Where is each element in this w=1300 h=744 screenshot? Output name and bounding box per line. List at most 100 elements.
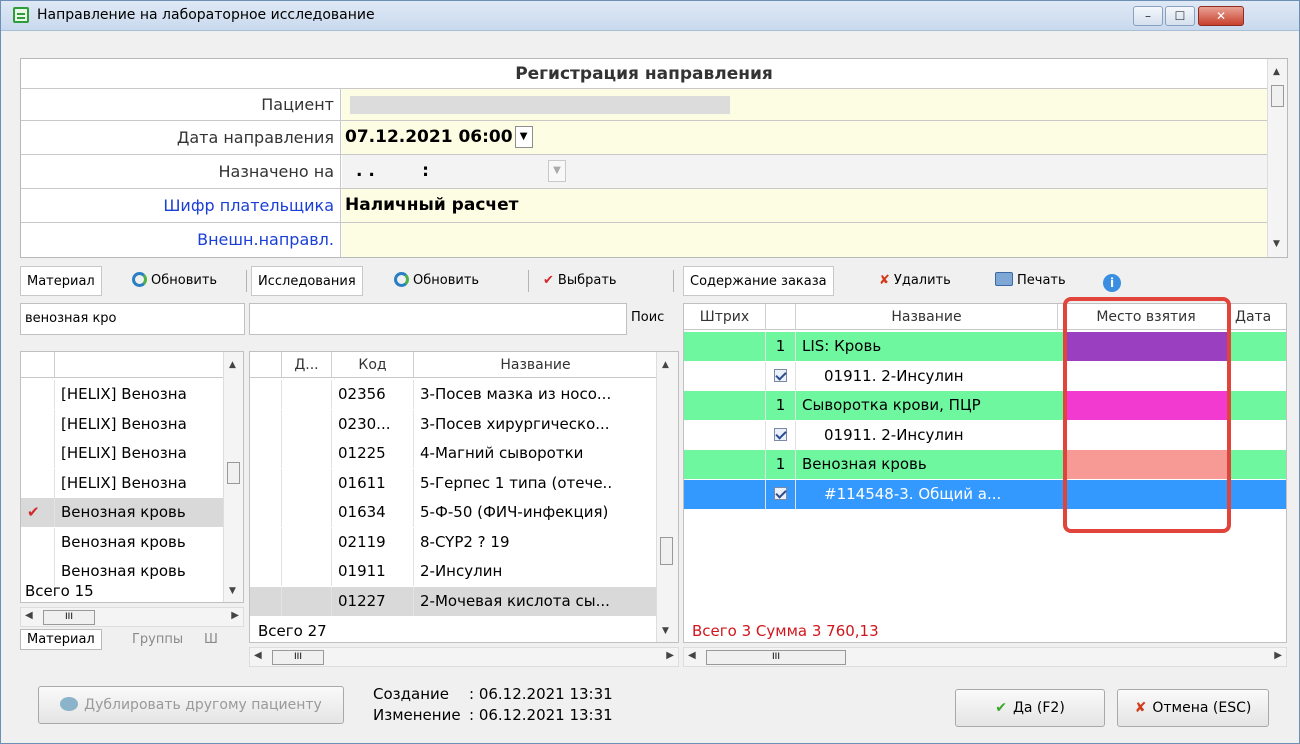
material-row[interactable]: [HELIX] Венозна <box>21 380 225 409</box>
order-tab[interactable]: Содержание заказа <box>683 266 834 296</box>
scroll-thumb[interactable] <box>660 537 673 565</box>
research-row[interactable]: 02356 3-Посев мазка из носо... <box>250 380 658 409</box>
bottom-tab-material[interactable]: Материал <box>20 629 102 650</box>
assigned-row: Назначено на . . : ▼ <box>21 155 1267 189</box>
scroll-down-icon[interactable]: ▼ <box>229 586 236 596</box>
order-item-name: #114548-3. Общий а... <box>796 479 1064 509</box>
ok-label: Да (F2) <box>1012 700 1065 716</box>
date-dropdown-icon[interactable]: ▼ <box>514 126 533 148</box>
material-grid: [HELIX] Венозна [HELIX] Венозна [HELIX] Ве… <box>20 351 244 603</box>
close-button[interactable]: ✕ <box>1198 6 1244 26</box>
order-item-name: LIS: Кровь <box>796 332 1064 361</box>
item-checkbox[interactable] <box>766 420 796 450</box>
material-search-input[interactable]: венозная кро <box>20 303 245 335</box>
material-name: Венозная кровь <box>61 532 186 551</box>
cancel-button[interactable]: ✘ Отмена (ESC) <box>1117 689 1269 727</box>
research-hscroll[interactable]: ◀ III ▶ <box>249 647 679 667</box>
barcode-cell <box>684 479 766 509</box>
research-tab[interactable]: Исследования <box>251 266 363 296</box>
research-row[interactable]: 01634 5-Ф-50 (ФИЧ-инфекция) <box>250 498 658 527</box>
item-checkbox[interactable] <box>766 479 796 509</box>
research-search-input[interactable] <box>249 303 627 335</box>
form-scrollbar[interactable]: ▲ ▼ <box>1267 59 1287 257</box>
col-name[interactable]: Название <box>414 352 658 378</box>
col-barcode[interactable]: Штрих <box>684 304 766 330</box>
payer-value[interactable]: Наличный расчет <box>342 189 1267 222</box>
date-label: Дата направления <box>21 121 341 154</box>
ok-button[interactable]: ✔ Да (F2) <box>955 689 1105 727</box>
info-button[interactable]: i <box>1103 266 1121 296</box>
material-row[interactable]: [HELIX] Венозна <box>21 439 225 468</box>
delete-button[interactable]: ✘ Удалить <box>879 266 951 296</box>
order-item-name: 01911. 2-Инсулин <box>796 361 1064 391</box>
research-refresh-button[interactable]: Обновить <box>394 266 479 296</box>
selected-check-icon: ✔ <box>21 498 55 527</box>
scroll-up-icon[interactable]: ▲ <box>662 360 669 370</box>
external-row: Внешн.направл. <box>21 223 1267 257</box>
material-row[interactable]: ✔ Венозная кровь <box>21 498 225 527</box>
research-refresh-label: Обновить <box>413 273 480 288</box>
date-value: 07.12.2021 06:00 <box>345 127 513 147</box>
modified-label: Изменение <box>373 706 461 724</box>
date-cell <box>1229 450 1286 479</box>
payer-label[interactable]: Шифр плательщика <box>21 189 341 222</box>
research-row[interactable]: 0230... 3-Посев хирургическо... <box>250 409 658 439</box>
scroll-up-icon[interactable]: ▲ <box>229 360 236 370</box>
external-field[interactable] <box>342 223 1267 257</box>
scroll-up-icon[interactable]: ▲ <box>1273 67 1280 77</box>
research-grid: Д... Код Название 02356 3-Посев мазка из … <box>249 351 679 643</box>
delete-label: Удалить <box>893 273 951 288</box>
material-row[interactable]: Венозная кровь <box>21 527 225 557</box>
duplicate-button[interactable]: Дублировать другому пациенту <box>38 686 344 724</box>
research-total: Всего 27 <box>258 622 327 640</box>
research-row[interactable]: 01225 4-Магний сыворотки <box>250 439 658 468</box>
research-row[interactable]: 01911 2-Инсулин <box>250 557 658 586</box>
research-name: 4-Магний сыворотки <box>420 444 584 462</box>
col-d[interactable]: Д... <box>282 352 332 378</box>
bottom-tab-groups[interactable]: Группы <box>132 632 183 647</box>
external-label[interactable]: Внешн.направл. <box>21 223 341 257</box>
material-scrollbar[interactable]: ▲ ▼ <box>223 352 243 602</box>
material-row[interactable]: [HELIX] Венозна <box>21 409 225 439</box>
bottom-tab-other[interactable]: Ш <box>204 632 218 647</box>
col-order-name[interactable]: Название <box>796 304 1058 330</box>
scroll-thumb[interactable] <box>227 462 240 484</box>
order-total: Всего 3 Сумма 3 760,13 <box>692 622 879 640</box>
research-code: 02119 <box>332 527 414 557</box>
print-icon <box>995 272 1013 286</box>
material-name: [HELIX] Венозна <box>61 444 187 462</box>
research-row[interactable]: 01611 5-Герпес 1 типа (отече.. <box>250 468 658 498</box>
order-hscroll[interactable]: ◀ III ▶ <box>683 647 1287 667</box>
scroll-down-icon[interactable]: ▼ <box>662 626 669 636</box>
col-date[interactable]: Дата <box>1229 304 1286 330</box>
form-header: Регистрация направления <box>21 59 1267 89</box>
research-row[interactable]: 02119 8-CYP2 ? 19 <box>250 527 658 557</box>
material-hscroll[interactable]: ◀ III ▶ <box>20 607 244 627</box>
row-marker <box>21 380 55 409</box>
app-icon <box>13 7 29 23</box>
material-refresh-button[interactable]: Обновить <box>132 266 217 296</box>
scroll-down-icon[interactable]: ▼ <box>1273 239 1280 249</box>
minimize-button[interactable]: – <box>1133 6 1163 26</box>
count-cell: 1 <box>766 332 796 361</box>
patient-field[interactable] <box>342 89 1267 120</box>
material-row[interactable]: [HELIX] Венозна <box>21 468 225 498</box>
assigned-field[interactable]: . . : ▼ <box>342 155 1267 188</box>
maximize-button[interactable]: ☐ <box>1165 6 1195 26</box>
print-button[interactable]: Печать <box>995 266 1066 296</box>
research-row[interactable]: 01227 2-Мочевая кислота сы... <box>250 586 658 616</box>
date-field[interactable]: 07.12.2021 06:00 ▼ <box>342 121 1267 154</box>
item-checkbox[interactable] <box>766 361 796 391</box>
material-refresh-label: Обновить <box>151 273 218 288</box>
scroll-thumb[interactable] <box>1271 85 1284 107</box>
search-button[interactable]: Поис <box>627 303 677 335</box>
date-cell <box>1229 480 1286 509</box>
col-code[interactable]: Код <box>332 352 414 378</box>
assigned-label: Назначено на <box>21 155 341 188</box>
research-scrollbar[interactable]: ▲ ▼ <box>656 352 678 642</box>
material-name: Венозная кровь <box>61 503 186 521</box>
material-tab[interactable]: Материал <box>20 266 102 296</box>
assigned-dropdown-icon[interactable]: ▼ <box>548 160 566 182</box>
select-button[interactable]: ✔ Выбрать <box>543 266 617 296</box>
barcode-cell <box>684 361 766 391</box>
